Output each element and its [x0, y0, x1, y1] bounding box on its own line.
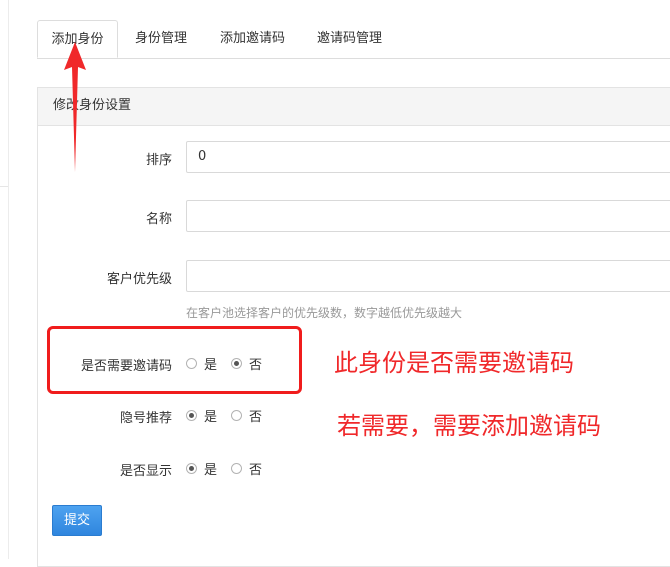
panel-title: 修改身份设置: [38, 88, 670, 126]
radio-checked-icon: [186, 462, 197, 474]
radio-unchecked-icon: [231, 462, 243, 474]
display-no-radio[interactable]: 否: [231, 459, 262, 478]
annotation-arrow-icon: [64, 42, 86, 172]
name-input[interactable]: [186, 200, 670, 232]
hidden-recommend-label: 隐号推荐: [119, 411, 172, 426]
submit-button[interactable]: 提交: [52, 505, 102, 536]
hidden-recommend-radio-group: 是 否: [186, 405, 276, 425]
annotation-highlight-box: [47, 326, 302, 394]
display-radio-group: 是 否: [186, 458, 276, 478]
tab-invite-code-manage[interactable]: 邀请码管理: [317, 20, 382, 58]
priority-hint: 在客户池选择客户的优先级数，数字越低优先级越大: [186, 306, 463, 320]
tab-add-invite-code[interactable]: 添加邀请码: [220, 20, 285, 58]
name-label: 名称: [145, 212, 172, 227]
display-label: 是否显示: [119, 464, 172, 479]
hidden-recommend-yes-radio[interactable]: 是: [186, 406, 217, 425]
tab-bar: 添加身份 身份管理 添加邀请码 邀请码管理: [37, 20, 670, 59]
sort-input[interactable]: 0: [186, 141, 670, 173]
sort-label: 排序: [145, 153, 172, 168]
display-yes-radio[interactable]: 是: [186, 459, 217, 478]
tab-identity-manage[interactable]: 身份管理: [135, 20, 187, 58]
annotation-note-need-invite: 此身份是否需要邀请码: [334, 349, 574, 377]
annotation-note-add-invite: 若需要，需要添加邀请码: [337, 412, 601, 440]
hidden-recommend-no-radio[interactable]: 否: [231, 406, 262, 425]
radio-unchecked-icon: [231, 409, 243, 421]
left-divider: [8, 0, 9, 559]
priority-input[interactable]: [186, 260, 670, 292]
radio-checked-icon: [186, 409, 197, 421]
priority-label: 客户优先级: [106, 272, 172, 287]
left-divider-tick: [0, 186, 8, 187]
